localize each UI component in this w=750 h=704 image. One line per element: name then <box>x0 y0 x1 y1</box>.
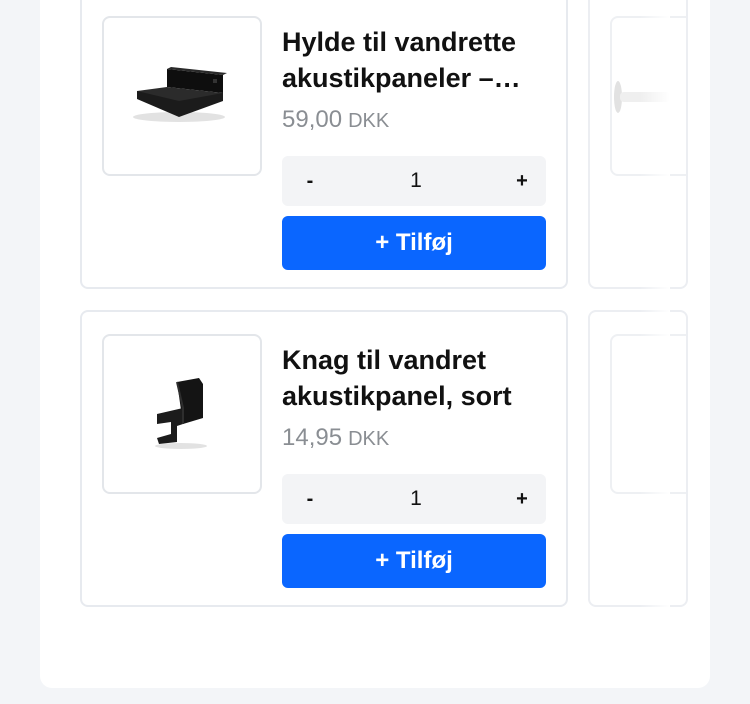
price-currency: DKK <box>348 428 390 450</box>
quantity-stepper: - 1 + <box>282 156 546 206</box>
product-price: 59,00 DKK <box>282 106 389 134</box>
product-image[interactable] <box>102 16 262 176</box>
price-value: 14,95 <box>282 424 343 451</box>
increment-button[interactable]: + <box>512 170 532 193</box>
product-card: Hylde til vandrette akustikpaneler – sor… <box>80 0 568 289</box>
add-to-cart-button[interactable]: + Tilføj <box>282 216 546 270</box>
scroll-fade <box>640 0 670 630</box>
decrement-button[interactable]: - <box>300 170 320 193</box>
product-image[interactable] <box>102 334 262 494</box>
shelf-bracket-icon <box>133 67 227 122</box>
product-title[interactable]: Hylde til vandrette akustikpaneler – sor… <box>282 24 552 96</box>
quantity-stepper: - 1 + <box>282 474 546 524</box>
product-title[interactable]: Knag til vandret akustikpanel, sort <box>282 342 552 414</box>
quantity-value[interactable]: 1 <box>410 169 422 193</box>
hook-bracket-icon <box>155 378 207 449</box>
price-value: 59,00 <box>282 106 343 133</box>
product-card-partial[interactable] <box>588 0 688 289</box>
product-price: 14,95 DKK <box>282 424 389 452</box>
price-currency: DKK <box>348 110 390 132</box>
increment-button[interactable]: + <box>512 488 532 511</box>
add-to-cart-button[interactable]: + Tilføj <box>282 534 546 588</box>
decrement-button[interactable]: - <box>300 488 320 511</box>
quantity-value[interactable]: 1 <box>410 487 422 511</box>
product-card: Knag til vandret akustikpanel, sort 14,9… <box>80 310 568 607</box>
product-card-partial[interactable] <box>588 310 688 607</box>
